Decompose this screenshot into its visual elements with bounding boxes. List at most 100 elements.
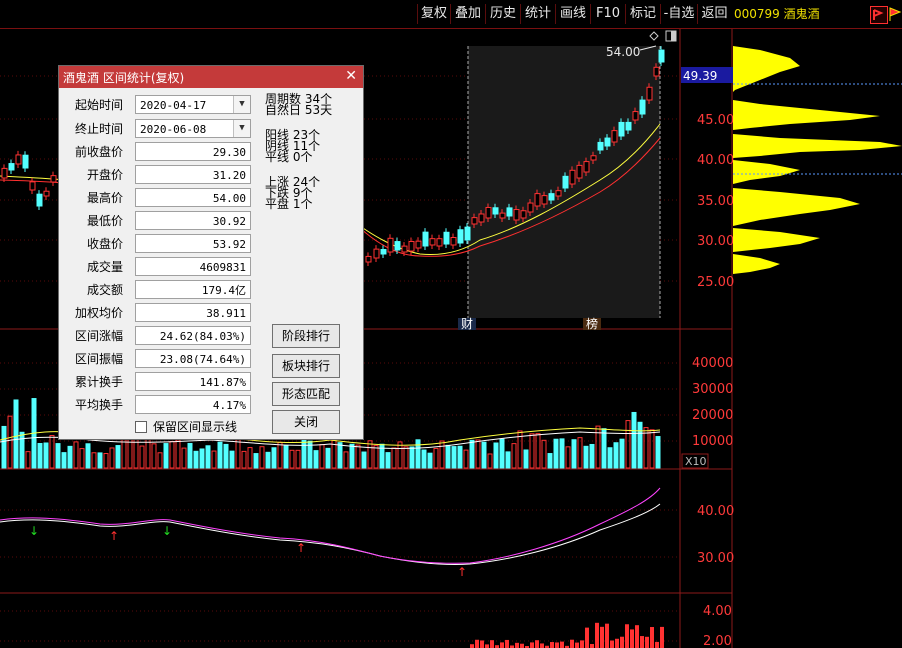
bottom-bar bbox=[485, 644, 489, 648]
bottom-bar bbox=[610, 640, 614, 648]
volume-bar bbox=[487, 453, 493, 469]
report-icon[interactable] bbox=[870, 6, 888, 24]
signal-arrows: ↓ ↑ ↓ ↑ ↑ bbox=[29, 524, 467, 579]
interval-statistics-dialog: 酒鬼酒 区间统计(复权) ✕ 起始时间 2020-04-17 ▼ 终止时间 20… bbox=[58, 65, 364, 440]
bottom-bar bbox=[575, 642, 579, 648]
volume-field: 4609831 bbox=[135, 257, 251, 276]
event-marker-cai[interactable]: 财 bbox=[461, 317, 473, 331]
flag-icon[interactable] bbox=[888, 6, 902, 22]
prev-close-field: 29.30 bbox=[135, 142, 251, 161]
event-marker-bang[interactable]: 榜 bbox=[586, 316, 598, 331]
volume-bar bbox=[259, 446, 265, 469]
volume-bar bbox=[241, 450, 247, 469]
bottom-bar bbox=[540, 643, 544, 648]
volume-bar bbox=[475, 439, 481, 469]
volume-bar bbox=[121, 439, 127, 469]
bottom-bar bbox=[505, 639, 509, 648]
bottom-bar bbox=[625, 624, 629, 648]
volume-bar bbox=[373, 445, 379, 469]
volume-bar bbox=[19, 431, 25, 469]
chevron-down-icon[interactable]: ▼ bbox=[233, 120, 250, 137]
volume-bar bbox=[433, 447, 439, 469]
stage-ranking-button[interactable]: 阶段排行 bbox=[272, 324, 340, 348]
start-date-select[interactable]: 2020-04-17 ▼ bbox=[135, 95, 251, 114]
bottom-bar bbox=[490, 640, 494, 648]
bottom-bar bbox=[475, 639, 479, 648]
volume-bar bbox=[163, 443, 169, 469]
f10-button[interactable]: F10 bbox=[590, 4, 625, 24]
volume-tick: 40000 bbox=[692, 356, 733, 371]
volume-bar bbox=[277, 441, 283, 469]
close-icon[interactable]: ✕ bbox=[345, 68, 357, 84]
low-price-label: 最低价 bbox=[86, 214, 123, 228]
indicator-tick: 30.00 bbox=[697, 551, 734, 566]
volume-bar bbox=[469, 439, 475, 469]
volume-bar bbox=[631, 411, 637, 469]
candle bbox=[22, 151, 29, 172]
keep-lines-label: 保留区间显示线 bbox=[153, 420, 238, 434]
volume-bar bbox=[511, 443, 517, 469]
bottom-bar bbox=[655, 641, 659, 648]
candle bbox=[1, 164, 8, 182]
candle bbox=[436, 234, 443, 250]
sector-ranking-button[interactable]: 板块排行 bbox=[272, 354, 340, 378]
volume-bar bbox=[37, 442, 43, 469]
start-time-label: 起始时间 bbox=[74, 98, 123, 112]
prev-close-label: 前收盘价 bbox=[74, 145, 123, 159]
mark-button[interactable]: 标记 bbox=[625, 4, 660, 24]
draw-line-button[interactable]: 画线 bbox=[555, 4, 590, 24]
bottom-bar bbox=[650, 627, 654, 648]
volume-bar bbox=[463, 449, 469, 469]
dialog-title-bar[interactable]: 酒鬼酒 区间统计(复权) ✕ bbox=[59, 66, 363, 88]
bottom-bar bbox=[600, 626, 604, 648]
keep-lines-checkbox[interactable] bbox=[135, 421, 147, 433]
volume-bar bbox=[199, 448, 205, 469]
window-toggle-icon[interactable] bbox=[665, 30, 677, 42]
bottom-bar bbox=[535, 640, 539, 648]
volume-tick: 10000 bbox=[692, 434, 733, 449]
volume-bar bbox=[85, 443, 91, 469]
volume-bar bbox=[409, 446, 415, 469]
volume-bar bbox=[175, 439, 181, 469]
history-button[interactable]: 历史 bbox=[485, 4, 520, 24]
bottom-indicator-bars bbox=[470, 622, 664, 648]
volume-bar bbox=[145, 438, 151, 469]
volume-bar bbox=[565, 446, 571, 469]
back-button[interactable]: 返回 bbox=[697, 4, 731, 24]
volume-bar bbox=[421, 449, 427, 469]
bottom-bar bbox=[635, 625, 639, 648]
dialog-title: 酒鬼酒 区间统计(复权) bbox=[63, 71, 185, 85]
high-price-marker: 54.00 bbox=[606, 45, 640, 59]
volume-bar bbox=[151, 443, 157, 469]
volume-bar bbox=[325, 447, 331, 469]
candle bbox=[443, 228, 450, 248]
fuquan-button[interactable]: 复权 bbox=[417, 4, 450, 24]
pattern-match-button[interactable]: 形态匹配 bbox=[272, 382, 340, 406]
volume-bar bbox=[283, 444, 289, 469]
candle bbox=[365, 252, 372, 266]
volume-bar bbox=[289, 449, 295, 469]
close-button[interactable]: 关闭 bbox=[272, 410, 340, 434]
end-date-select[interactable]: 2020-06-08 ▼ bbox=[135, 119, 251, 138]
svg-text:↑: ↑ bbox=[109, 529, 119, 543]
bottom-bar bbox=[630, 629, 634, 648]
end-time-label: 终止时间 bbox=[74, 122, 123, 136]
svg-text:↓: ↓ bbox=[162, 524, 172, 538]
price-tick: 45.00 bbox=[697, 113, 734, 128]
volume-bar bbox=[139, 445, 145, 469]
overlay-button[interactable]: 叠加 bbox=[450, 4, 485, 24]
chevron-down-icon[interactable]: ▼ bbox=[233, 96, 250, 113]
volume-bar bbox=[391, 447, 397, 469]
volume-bar bbox=[643, 427, 649, 469]
volume-tick: 30000 bbox=[692, 382, 733, 397]
volume-bar bbox=[523, 449, 529, 469]
volume-bar bbox=[67, 445, 73, 469]
statistics-button[interactable]: 统计 bbox=[520, 4, 555, 24]
turnover-amount-label: 成交额 bbox=[86, 283, 123, 297]
remove-watchlist-button[interactable]: -自选 bbox=[660, 4, 697, 24]
volume-bar bbox=[529, 433, 535, 469]
bottom-bar bbox=[640, 636, 644, 648]
diamond-icon[interactable] bbox=[649, 31, 659, 41]
volume-bar bbox=[229, 450, 235, 469]
close-price-label: 收盘价 bbox=[86, 237, 123, 251]
